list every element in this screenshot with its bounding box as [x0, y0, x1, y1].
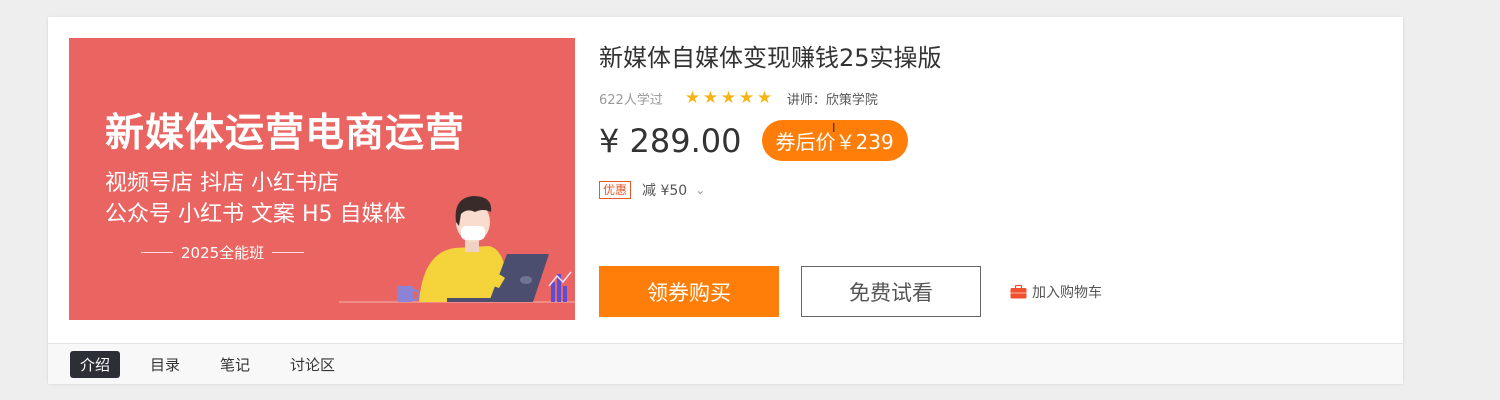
tab-notes[interactable]: 笔记: [210, 351, 260, 378]
cover-tag: 2025全能班: [133, 242, 312, 263]
person-with-laptop-illustration: [339, 196, 575, 303]
promo-badge: 优惠: [599, 181, 632, 199]
chevron-down-icon[interactable]: ⌄: [695, 183, 705, 197]
add-to-cart-link[interactable]: 加入购物车: [1010, 282, 1102, 302]
star-icon: ★: [720, 88, 737, 108]
course-cover-image[interactable]: 新媒体运营电商运营 视频号店 抖店 小红书店 公众号 小红书 文案 H5 自媒体…: [69, 38, 575, 320]
cover-tag-text: 2025全能班: [181, 244, 265, 262]
cover-subline-1: 视频号店 抖店 小红书店: [105, 171, 339, 196]
rating-stars: ★ ★ ★ ★ ★: [685, 90, 775, 107]
text-cursor-icon: I: [832, 121, 836, 135]
promo-text: 减 ¥50: [642, 183, 688, 199]
add-to-cart-label: 加入购物车: [1032, 285, 1102, 301]
cover-headline: 新媒体运营电商运营: [105, 111, 466, 156]
tab-intro[interactable]: 介绍: [70, 350, 121, 378]
course-price: ¥ 289.00: [599, 121, 742, 160]
cart-icon: [1010, 285, 1027, 299]
teacher-name[interactable]: 欣策学院: [826, 89, 878, 108]
cover-tag-right-line: [272, 252, 305, 253]
course-meta: 622人学过 ★ ★ ★ ★ ★ 讲师： 欣策学院: [599, 89, 878, 109]
star-icon: ★: [702, 88, 719, 108]
tab-discussion[interactable]: 讨论区: [280, 351, 345, 378]
free-trial-button[interactable]: 免费试看: [801, 266, 981, 317]
teacher-label: 讲师：: [786, 93, 826, 108]
course-tabs: 介绍 目录 笔记 讨论区: [48, 343, 1403, 384]
promo-row[interactable]: 优惠 减 ¥50 ⌄: [599, 180, 705, 200]
coupon-buy-button[interactable]: 领券购买: [599, 266, 779, 317]
course-card: 新媒体运营电商运营 视频号店 抖店 小红书店 公众号 小红书 文案 H5 自媒体…: [48, 17, 1403, 384]
learner-count: 622人学过: [599, 93, 663, 108]
tab-catalog[interactable]: 目录: [140, 351, 190, 378]
course-info-panel: 新媒体自媒体变现赚钱25实操版 622人学过 ★ ★ ★ ★ ★ 讲师： 欣策学…: [599, 17, 1403, 337]
course-title: 新媒体自媒体变现赚钱25实操版: [599, 44, 942, 72]
star-icon: ★: [738, 88, 755, 108]
star-icon: ★: [756, 88, 773, 108]
price-row: ¥ 289.00 券后价￥239: [599, 120, 908, 161]
star-icon: ★: [684, 88, 701, 108]
cover-tag-left-line: [141, 252, 173, 253]
